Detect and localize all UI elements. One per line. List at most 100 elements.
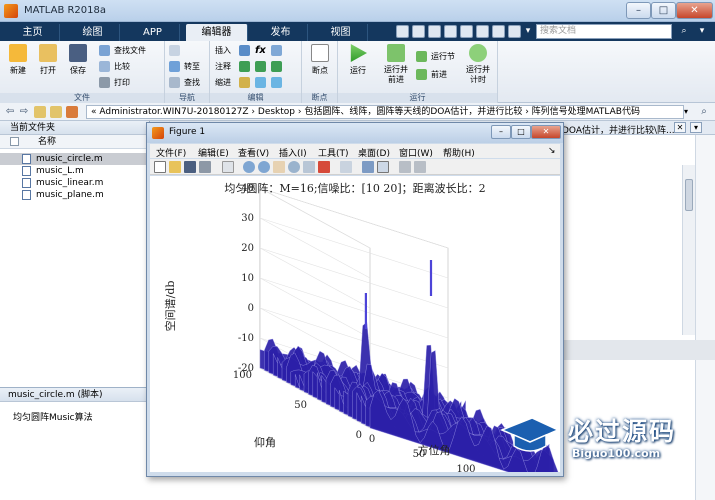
figure-maximize-button[interactable]: □ [511, 125, 531, 139]
new-figure-icon[interactable] [154, 161, 166, 173]
zoom-out-icon[interactable] [258, 161, 270, 173]
undo-icon[interactable] [460, 25, 473, 38]
quick-copy-icon[interactable] [428, 25, 441, 38]
quick-save-icon[interactable] [396, 25, 409, 38]
find-button[interactable]: 查找 [169, 76, 200, 89]
tab-publish[interactable]: 发布 [254, 24, 308, 41]
figure-minimize-button[interactable]: – [491, 125, 511, 139]
find-files-button[interactable]: 查找文件 [99, 44, 146, 57]
folder-icon[interactable] [66, 106, 78, 118]
folder-up-icon[interactable] [34, 106, 46, 118]
switch-windows-icon[interactable] [492, 25, 505, 38]
wrap-comment-icon[interactable] [271, 60, 286, 73]
menu-desktop[interactable]: 桌面(D) [358, 146, 390, 159]
open-button[interactable]: 打开 [34, 44, 62, 76]
insert-legend-icon[interactable] [377, 161, 389, 173]
smart-indent-icon[interactable] [239, 76, 254, 89]
comment-button[interactable]: 注释 [215, 60, 231, 73]
minimize-button[interactable]: – [626, 2, 651, 19]
new-button[interactable]: 新建 [4, 44, 32, 76]
file-row[interactable]: music_circle.m [0, 153, 149, 165]
tab-plots[interactable]: 绘图 [66, 24, 120, 41]
open-file-icon[interactable] [169, 161, 181, 173]
file-row[interactable]: music_plane.m [0, 189, 149, 201]
editor-undock-button[interactable]: ✕ [674, 122, 686, 133]
back-icon[interactable]: ⇦ [4, 106, 16, 118]
scrollbar-thumb[interactable] [685, 179, 693, 211]
tab-apps[interactable]: APP [126, 24, 180, 41]
editor-menu-button[interactable]: ▾ [690, 122, 702, 133]
menu-dock-arrow-icon[interactable]: ↘ [548, 146, 556, 156]
close-button[interactable]: ✕ [676, 2, 713, 19]
menu-edit[interactable]: 编辑(E) [198, 146, 229, 159]
run-time-button[interactable]: 运行并 计时 [460, 44, 496, 85]
save-button[interactable]: 保存 [64, 44, 92, 76]
data-cursor-icon[interactable] [303, 161, 315, 173]
uncomment-icon[interactable] [255, 60, 270, 73]
current-folder-path[interactable]: « Administrator.WIN7U-20180127Z › Deskto… [86, 105, 684, 119]
forward-icon[interactable]: ⇨ [18, 106, 30, 118]
hide-plot-tools-icon[interactable] [399, 161, 411, 173]
print-button[interactable]: 打印 [99, 76, 130, 89]
tab-home[interactable]: 主页 [6, 24, 60, 41]
file-row[interactable]: music_L.m [0, 165, 149, 177]
run-advance-label: 运行并 前进 [384, 65, 408, 84]
search-docs-input[interactable]: 搜索文档 [536, 24, 672, 39]
details-title: music_circle.m (脚本) [0, 388, 150, 402]
chevron-down-icon[interactable]: ▾ [520, 25, 536, 38]
rotate-3d-icon[interactable] [288, 161, 300, 173]
goto-button[interactable]: 转至 [169, 60, 200, 73]
link-plot-icon[interactable] [340, 161, 352, 173]
figure-close-button[interactable]: ✕ [531, 125, 561, 139]
file-row[interactable]: music_linear.m [0, 177, 149, 189]
browse-folder-icon[interactable] [50, 106, 62, 118]
search-icon[interactable]: ⌕ [676, 25, 692, 38]
outdent-icon [271, 77, 282, 88]
nav-left-icon[interactable] [169, 44, 184, 57]
select-all-checkbox[interactable] [10, 137, 19, 146]
menu-insert[interactable]: 插入(I) [279, 146, 307, 159]
menu-window[interactable]: 窗口(W) [399, 146, 433, 159]
editor-scrollbar[interactable] [682, 165, 695, 335]
search-icon[interactable]: ⌕ [698, 106, 710, 118]
brush-icon[interactable] [318, 161, 330, 173]
name-column-header[interactable]: 名称 [0, 135, 149, 149]
save-figure-icon[interactable] [184, 161, 196, 173]
maximize-button[interactable]: □ [651, 2, 676, 19]
quick-cut-icon[interactable] [412, 25, 425, 38]
m-file-icon [22, 166, 31, 176]
menu-view[interactable]: 查看(V) [238, 146, 269, 159]
tab-editor[interactable]: 编辑器 [186, 24, 248, 41]
pan-icon[interactable] [273, 161, 285, 173]
quick-paste-icon[interactable] [444, 25, 457, 38]
increase-indent-icon[interactable] [255, 76, 270, 89]
menu-tools[interactable]: 工具(T) [318, 146, 349, 159]
show-plot-tools-icon[interactable] [414, 161, 426, 173]
edit-plot-icon[interactable] [222, 161, 234, 173]
insert-function-icon[interactable] [271, 44, 286, 57]
decrease-indent-icon[interactable] [271, 76, 286, 89]
advance-button[interactable]: 前进 [416, 68, 447, 81]
surface-plot[interactable]: -20-10010203040050100150200050100 均匀圆阵：M… [150, 176, 560, 472]
x-axis-label: 方位角 [418, 443, 451, 457]
zoom-in-icon[interactable] [243, 161, 255, 173]
insert-section-button[interactable] [239, 44, 253, 57]
redo-icon[interactable] [476, 25, 489, 38]
insert-colorbar-icon[interactable] [362, 161, 374, 173]
run-button[interactable]: 运行 [344, 44, 372, 76]
tab-view[interactable]: 视图 [314, 24, 368, 41]
figure-canvas[interactable]: -20-10010203040050100150200050100 均匀圆阵：M… [150, 176, 560, 472]
insert-button[interactable]: 插入 [215, 44, 231, 57]
fx-button[interactable]: fx [255, 44, 266, 57]
chevron-down-icon[interactable]: ▾ [684, 105, 694, 119]
run-section-button[interactable]: 运行节 [416, 50, 455, 63]
comment-icon[interactable] [239, 60, 254, 73]
print-figure-icon[interactable] [199, 161, 211, 173]
compare-button[interactable]: 比较 [99, 60, 130, 73]
indent-button[interactable]: 缩进 [215, 76, 231, 89]
breakpoints-button[interactable]: 断点 [306, 44, 334, 76]
filter-icon[interactable]: ▾ [694, 25, 710, 38]
run-advance-button[interactable]: 运行并 前进 [378, 44, 414, 85]
menu-help[interactable]: 帮助(H) [443, 146, 475, 159]
menu-file[interactable]: 文件(F) [156, 146, 186, 159]
